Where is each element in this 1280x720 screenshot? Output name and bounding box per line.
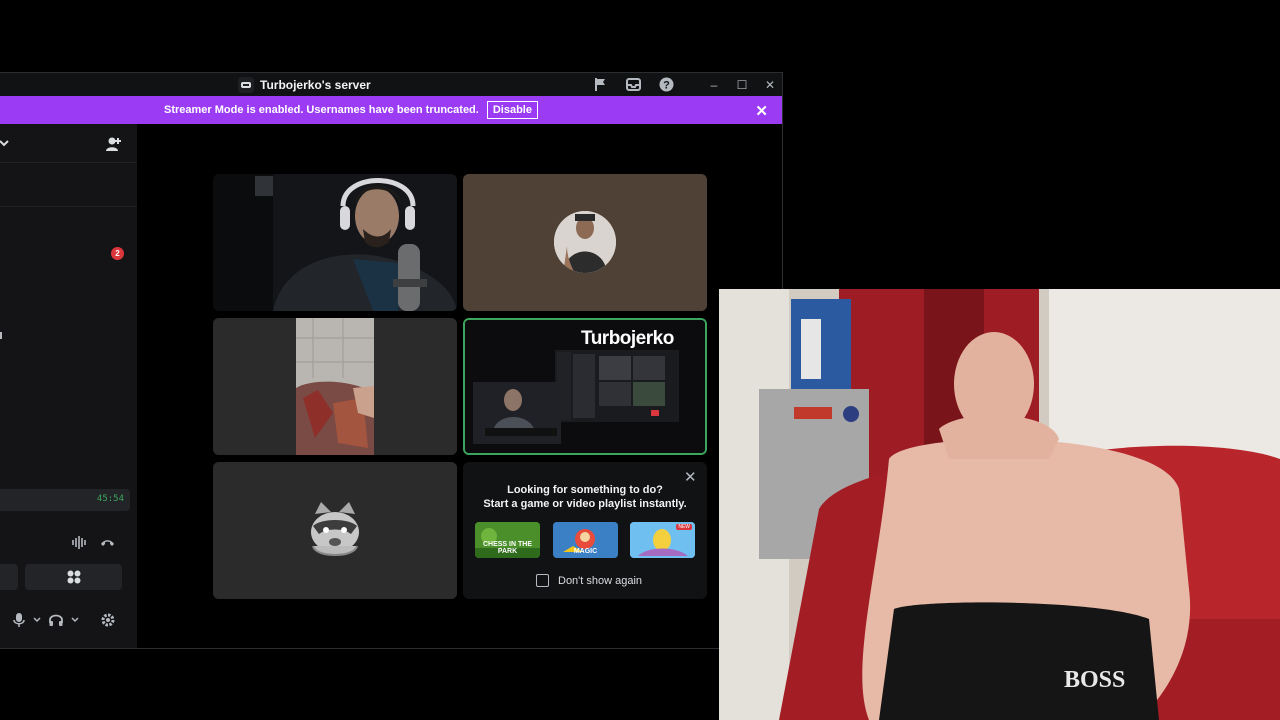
voice-connected-bar: 45:54 xyxy=(0,489,130,511)
participant-webcam-tile[interactable] xyxy=(213,174,457,311)
game-chess-in-the-park[interactable]: CHESS IN THE PARK xyxy=(475,522,540,558)
channel-sidebar: 2 45:54 xyxy=(0,124,137,648)
voice-controls xyxy=(70,534,116,551)
disable-streamer-mode-button[interactable]: Disable xyxy=(486,101,538,119)
chevron-down-icon[interactable] xyxy=(32,612,42,628)
activities-button[interactable] xyxy=(25,564,122,590)
raccoon-avatar xyxy=(213,462,457,599)
game-magic[interactable]: MAGIC xyxy=(553,522,618,558)
streamer-webcam-overlay: BOSS xyxy=(719,289,1280,720)
flag-icon[interactable] xyxy=(592,76,609,93)
window-controls: – ☐ ✕ xyxy=(706,77,778,93)
server-icon xyxy=(238,77,254,93)
soundboard-icon[interactable] xyxy=(70,534,87,551)
microphone-icon[interactable] xyxy=(12,612,26,628)
participant-camera-tile[interactable] xyxy=(213,318,457,455)
webcam-video xyxy=(213,174,457,311)
server-title: Turbojerko's server xyxy=(260,78,371,92)
truncated-channel-item[interactable] xyxy=(0,332,2,339)
mention-badge: 2 xyxy=(111,247,124,260)
user-avatar xyxy=(463,174,707,311)
activity-title: Looking for something to do? xyxy=(507,484,663,496)
activity-subtitle: Start a game or video playlist instantly… xyxy=(483,498,687,510)
call-timer: 45:54 xyxy=(96,494,124,504)
participant-avatar-tile[interactable] xyxy=(463,174,707,311)
user-panel xyxy=(0,602,137,642)
chevron-down-icon[interactable] xyxy=(70,612,80,628)
video-button[interactable] xyxy=(0,564,18,590)
user-audio-controls xyxy=(12,612,80,628)
minimize-button[interactable]: – xyxy=(706,77,722,93)
title-bar-icons: ? xyxy=(592,76,675,93)
gear-icon[interactable] xyxy=(100,612,116,633)
dont-show-again-label: Don't show again xyxy=(558,574,643,587)
discord-window: Turbojerko's server ? – ☐ ✕ Streamer Mod… xyxy=(0,72,783,649)
new-badge: NEW xyxy=(676,524,692,530)
dont-show-again-row[interactable]: Don't show again xyxy=(536,574,642,587)
inbox-icon[interactable] xyxy=(625,76,642,93)
chevron-down-icon[interactable] xyxy=(0,136,10,154)
svg-text:?: ? xyxy=(663,80,670,92)
screen-share-tile[interactable]: Turbojerko xyxy=(463,318,707,455)
camera-video xyxy=(213,318,457,455)
streamer-mode-banner: Streamer Mode is enabled. Usernames have… xyxy=(0,96,782,124)
window-title: Turbojerko's server xyxy=(238,77,371,93)
activities-icon xyxy=(67,570,80,584)
headphones-icon[interactable] xyxy=(48,612,64,628)
server-header[interactable] xyxy=(0,124,137,163)
banner-close-button[interactable]: ✕ xyxy=(755,102,768,120)
participant-avatar-tile[interactable] xyxy=(213,462,457,599)
game-label: CHESS IN THE PARK xyxy=(482,541,532,555)
banner-message: Streamer Mode is enabled. Usernames have… xyxy=(164,104,479,116)
stream-username: Turbojerko xyxy=(581,328,674,349)
game-label: MAGIC xyxy=(573,548,598,555)
close-window-button[interactable]: ✕ xyxy=(762,77,778,93)
maximize-button[interactable]: ☐ xyxy=(734,77,750,93)
help-icon[interactable]: ? xyxy=(658,76,675,93)
sidebar-divider xyxy=(0,206,137,207)
game-new[interactable]: NEW xyxy=(630,522,695,558)
activity-suggestion-card: ✕ Looking for something to do? Start a g… xyxy=(463,462,707,599)
dont-show-again-checkbox[interactable] xyxy=(536,574,549,587)
disconnect-icon[interactable] xyxy=(99,534,116,551)
webcam-scene: BOSS xyxy=(719,289,1280,720)
add-user-icon[interactable] xyxy=(104,135,122,158)
title-bar: Turbojerko's server ? – ☐ ✕ xyxy=(0,72,782,97)
boss-logo: BOSS xyxy=(1064,667,1125,693)
